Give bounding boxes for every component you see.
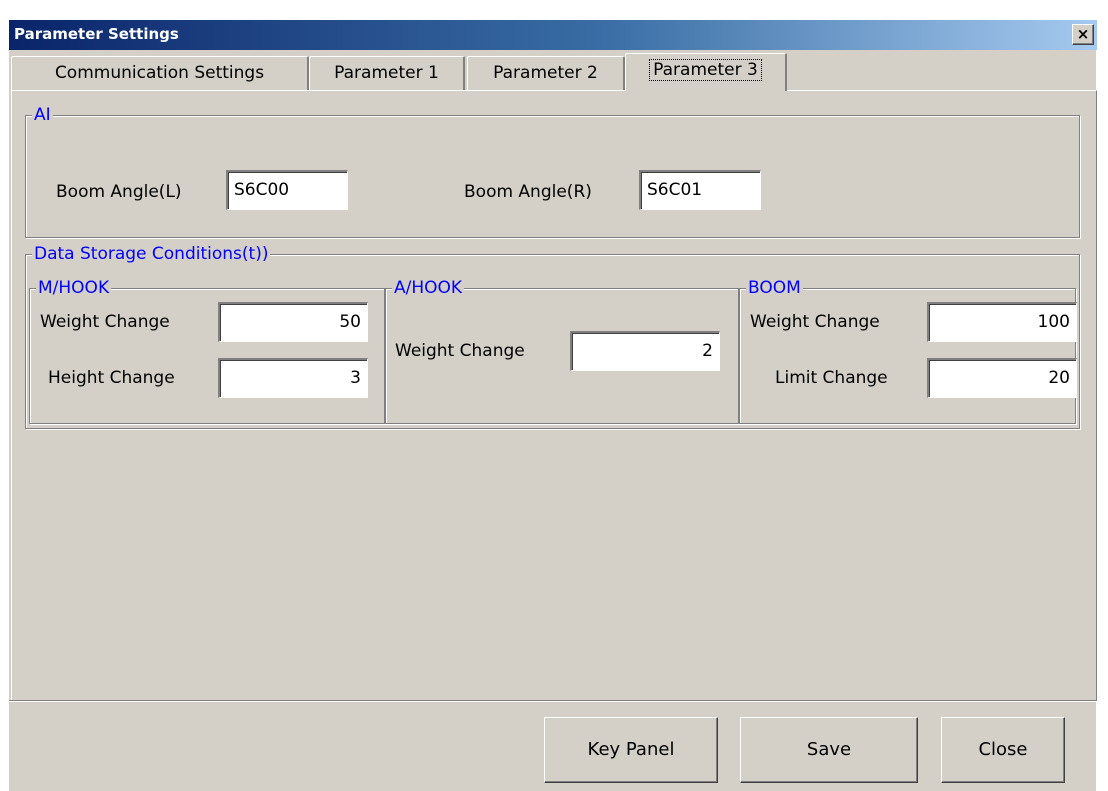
tab-label: Communication Settings [54,63,265,83]
a-hook-weight-change-label: Weight Change [395,341,525,361]
m-hook-weight-change-label: Weight Change [40,312,170,332]
tab-label: Parameter 1 [334,63,439,83]
save-button[interactable]: Save [740,717,918,783]
boom-limit-change-input[interactable]: 20 [927,358,1077,398]
tab-parameter-3[interactable]: Parameter 3 [625,53,787,91]
boom-angle-r-input[interactable]: S6C01 [639,170,761,210]
a-hook-group: A/HOOK Weight Change 2 [385,278,739,424]
close-window-button[interactable]: × [1072,24,1094,45]
boom-title: BOOM [746,278,803,298]
footer-divider [9,700,1097,702]
boom-angle-l-input[interactable]: S6C00 [226,170,348,210]
a-hook-weight-change-input[interactable]: 2 [570,331,720,371]
boom-weight-change-label: Weight Change [750,312,880,332]
m-hook-height-change-label: Height Change [48,368,175,388]
boom-group: BOOM Weight Change 100 Limit Change 20 [739,278,1077,424]
window-title: Parameter Settings [14,25,179,43]
tab-parameter-1[interactable]: Parameter 1 [309,56,465,90]
boom-limit-change-label: Limit Change [775,368,888,388]
close-icon: × [1076,25,1090,43]
data-storage-conditions-title: Data Storage Conditions(t)) [32,244,271,264]
tab-label: Parameter 3 [649,59,762,81]
ai-group-title: AI [32,105,53,125]
key-panel-button[interactable]: Key Panel [544,717,718,783]
boom-angle-r-label: Boom Angle(R) [464,182,592,202]
tab-panel-parameter-3: AI Boom Angle(L) S6C00 Boom Angle(R) S6C… [11,90,1097,700]
m-hook-group: M/HOOK Weight Change 50 Height Change 3 [29,278,385,424]
close-button[interactable]: Close [941,717,1065,783]
a-hook-title: A/HOOK [392,278,465,298]
tab-parameter-2[interactable]: Parameter 2 [467,56,625,90]
m-hook-height-change-input[interactable]: 3 [218,358,368,398]
ai-group: AI Boom Angle(L) S6C00 Boom Angle(R) S6C… [25,105,1080,238]
m-hook-weight-change-input[interactable]: 50 [218,302,368,342]
boom-weight-change-input[interactable]: 100 [927,302,1077,342]
parameter-settings-window: Parameter Settings × Communication Setti… [8,19,1097,791]
tab-strip: Communication Settings Parameter 1 Param… [9,52,1097,91]
data-storage-conditions-group: Data Storage Conditions(t)) M/HOOK Weigh… [25,244,1080,429]
tab-label: Parameter 2 [493,63,598,83]
tab-communication-settings[interactable]: Communication Settings [11,56,309,90]
boom-angle-l-label: Boom Angle(L) [56,182,182,202]
m-hook-title: M/HOOK [36,278,112,298]
title-bar[interactable]: Parameter Settings × [9,20,1097,50]
